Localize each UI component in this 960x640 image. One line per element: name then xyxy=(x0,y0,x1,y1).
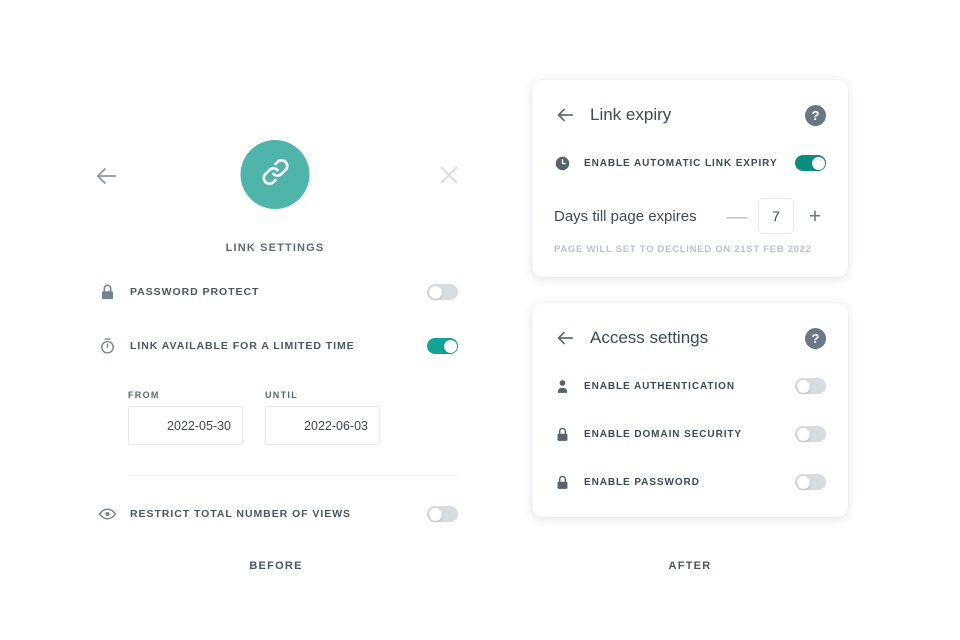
card-header: Access settings ? xyxy=(554,327,826,349)
lock-icon xyxy=(554,474,571,491)
stepper-value-input[interactable]: 7 xyxy=(758,198,794,234)
eye-icon xyxy=(98,505,117,524)
date-field-until: UNTIL 2022-06-03 xyxy=(265,390,380,445)
date-until-input[interactable]: 2022-06-03 xyxy=(265,406,380,445)
link-settings-badge xyxy=(240,140,310,209)
toggle-restrict-views[interactable] xyxy=(427,506,458,522)
card-title: Access settings xyxy=(590,328,709,347)
arrow-left-icon[interactable] xyxy=(92,162,120,190)
toggle-knob xyxy=(796,379,810,393)
caption-before: BEFORE xyxy=(249,560,303,572)
lock-icon xyxy=(98,283,117,302)
help-circle-icon[interactable]: ? xyxy=(805,327,826,349)
toggle-knob xyxy=(428,507,442,521)
clock-icon xyxy=(554,155,571,172)
date-from-input[interactable]: 2022-05-30 xyxy=(128,406,243,445)
toggle-enable-domain-security[interactable] xyxy=(795,426,826,442)
date-from-label: FROM xyxy=(128,390,160,400)
after-panel: Link expiry ? ENABLE AUTOMATIC LINK EXPI… xyxy=(532,80,848,517)
toggle-knob xyxy=(428,285,442,299)
stepper-decrement-button[interactable]: — xyxy=(726,206,748,227)
setting-row-enable-authentication[interactable]: ENABLE AUTHENTICATION xyxy=(554,373,826,399)
caption-after: AFTER xyxy=(668,560,712,572)
close-icon[interactable] xyxy=(436,162,462,188)
toggle-knob xyxy=(443,339,457,353)
stopwatch-icon xyxy=(98,337,117,356)
card-title: Link expiry xyxy=(590,105,672,124)
setting-row-auto-link-expiry[interactable]: ENABLE AUTOMATIC LINK EXPIRY xyxy=(554,150,826,176)
person-icon xyxy=(554,378,571,395)
setting-row-password-protect[interactable]: PASSWORD PROTECT xyxy=(70,276,480,308)
date-range-group: FROM 2022-05-30 UNTIL 2022-06-03 xyxy=(70,390,480,445)
stepper-increment-button[interactable]: + xyxy=(804,206,826,227)
section-divider xyxy=(128,475,458,476)
link-icon xyxy=(258,155,292,194)
card-header: Link expiry ? xyxy=(554,104,826,126)
toggle-knob xyxy=(796,475,810,489)
toggle-enable-authentication[interactable] xyxy=(795,378,826,394)
help-circle-icon[interactable]: ? xyxy=(805,104,826,126)
arrow-left-icon[interactable] xyxy=(554,327,576,349)
before-panel: LINK SETTINGS PASSWORD PROTECT LINK AVAI… xyxy=(70,140,480,530)
setting-label: ENABLE AUTOMATIC LINK EXPIRY xyxy=(584,157,778,169)
before-panel-header xyxy=(70,140,480,230)
date-field-from: FROM 2022-05-30 xyxy=(128,390,243,445)
toggle-knob xyxy=(811,156,825,170)
stepper-label: Days till page expires xyxy=(554,207,697,225)
setting-label: ENABLE DOMAIN SECURITY xyxy=(584,428,743,440)
arrow-left-icon[interactable] xyxy=(554,104,576,126)
days-till-expiry-stepper: Days till page expires — 7 + xyxy=(554,198,826,234)
setting-row-enable-password[interactable]: ENABLE PASSWORD xyxy=(554,469,826,495)
toggle-knob xyxy=(796,427,810,441)
toggle-limited-time[interactable] xyxy=(427,338,458,354)
toggle-password-protect[interactable] xyxy=(427,284,458,300)
lock-icon xyxy=(554,426,571,443)
setting-label: PASSWORD PROTECT xyxy=(130,286,260,298)
setting-label: RESTRICT TOTAL NUMBER OF VIEWS xyxy=(130,508,352,520)
toggle-auto-link-expiry[interactable] xyxy=(795,155,826,171)
page-title: LINK SETTINGS xyxy=(225,242,325,254)
expiry-helper-text: PAGE WILL SET TO DECLINED ON 21ST FEB 20… xyxy=(554,244,812,255)
setting-label: ENABLE AUTHENTICATION xyxy=(584,380,735,392)
setting-row-limited-time[interactable]: LINK AVAILABLE FOR A LIMITED TIME xyxy=(70,330,480,362)
access-settings-card: Access settings ? ENABLE AUTHENTICATION xyxy=(532,303,848,517)
date-until-label: UNTIL xyxy=(265,390,298,400)
setting-label: ENABLE PASSWORD xyxy=(584,476,700,488)
link-expiry-card: Link expiry ? ENABLE AUTOMATIC LINK EXPI… xyxy=(532,80,848,277)
toggle-enable-password[interactable] xyxy=(795,474,826,490)
setting-label: LINK AVAILABLE FOR A LIMITED TIME xyxy=(130,340,355,352)
setting-row-restrict-views[interactable]: RESTRICT TOTAL NUMBER OF VIEWS xyxy=(70,498,480,530)
setting-row-enable-domain-security[interactable]: ENABLE DOMAIN SECURITY xyxy=(554,421,826,447)
